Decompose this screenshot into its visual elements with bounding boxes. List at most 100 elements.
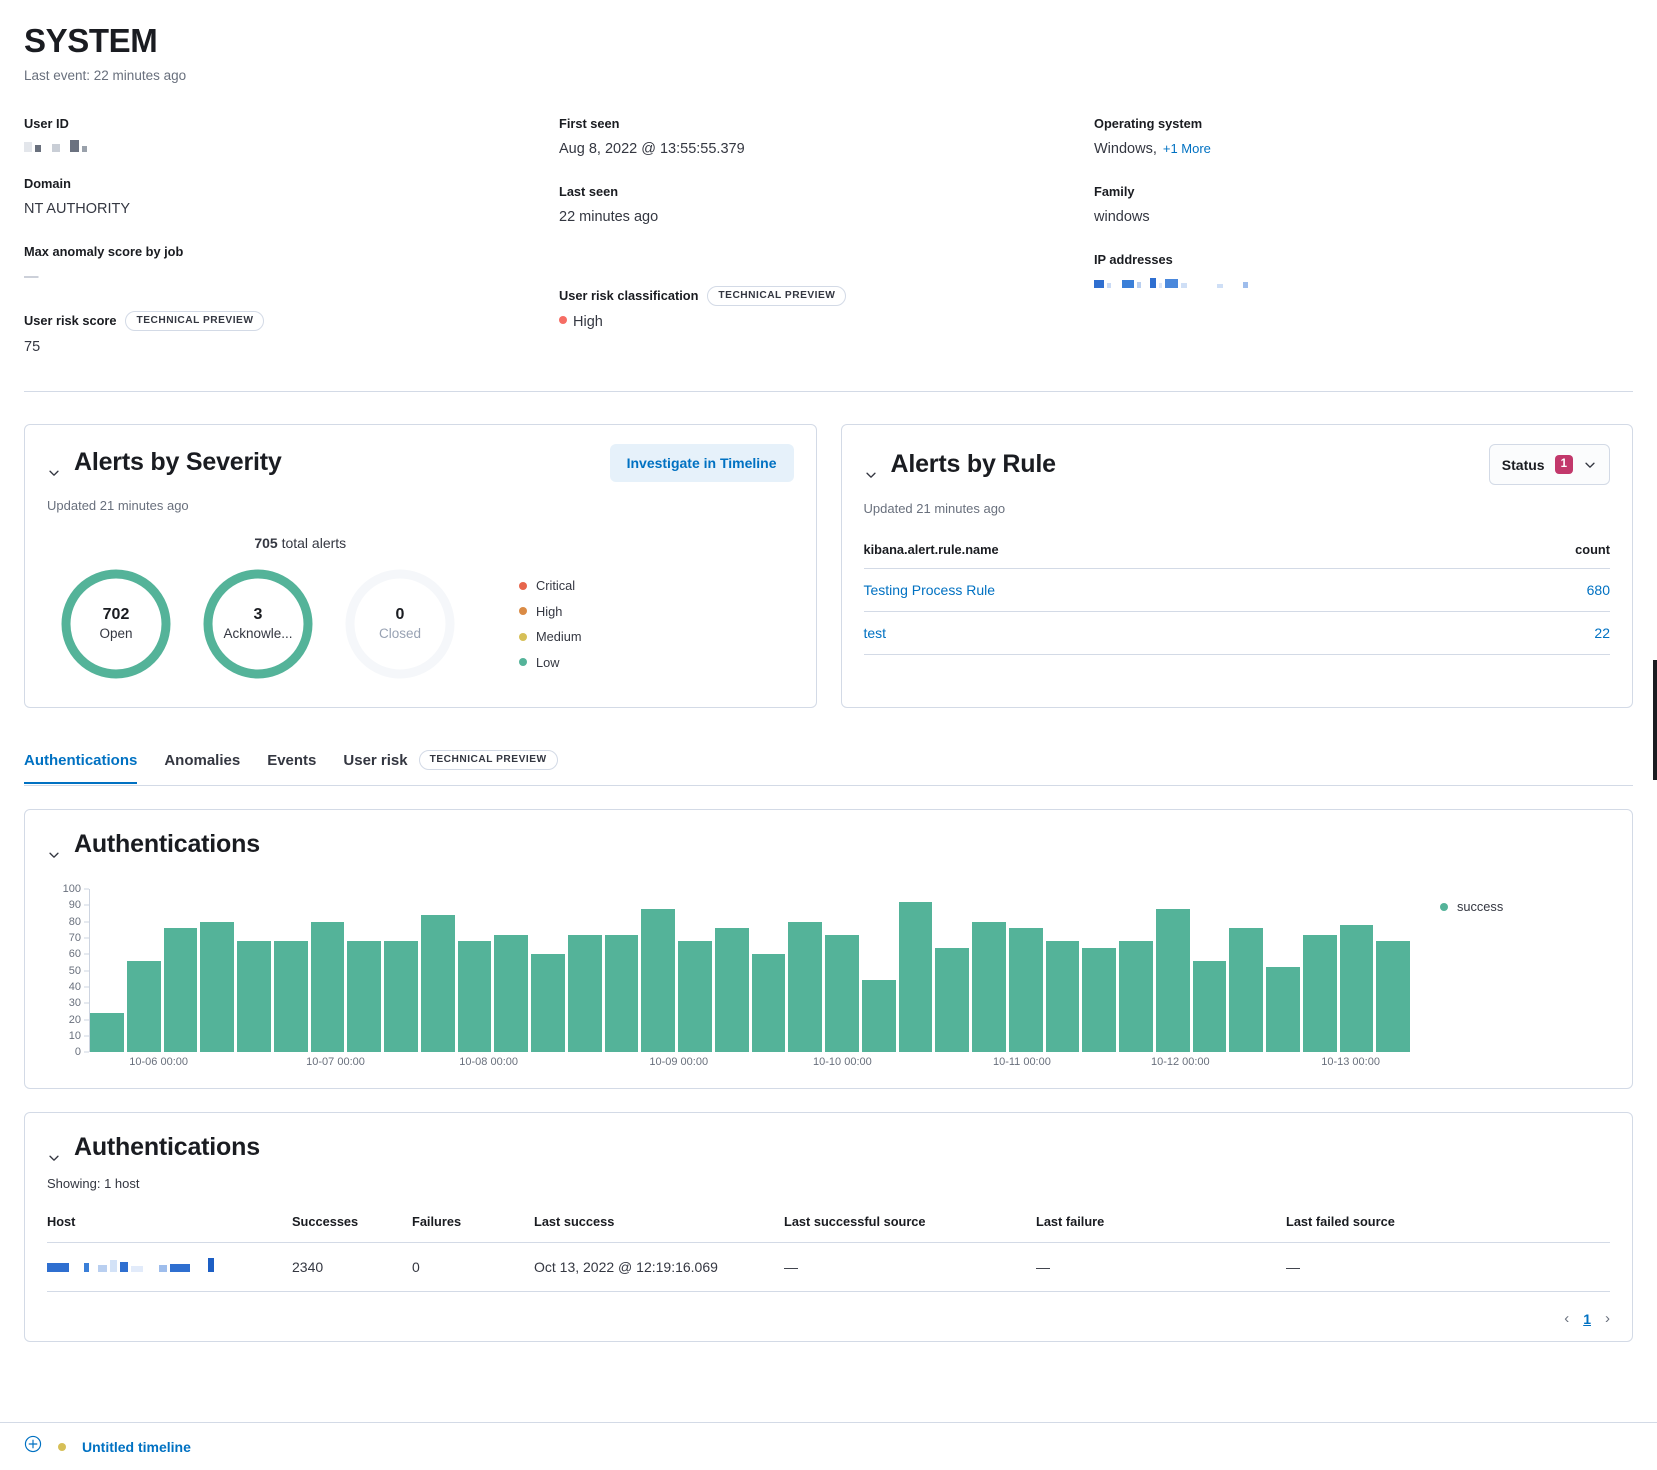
column-header-rule-name[interactable]: kibana.alert.rule.name xyxy=(864,542,1457,569)
bar[interactable] xyxy=(1119,941,1153,1052)
investigate-in-timeline-button[interactable]: Investigate in Timeline xyxy=(610,444,794,482)
legend-item-low[interactable]: Low xyxy=(519,655,582,670)
field-label: User ID xyxy=(24,115,69,133)
table-row: test 22 xyxy=(864,612,1611,655)
bar[interactable] xyxy=(1376,941,1410,1052)
chevron-down-icon[interactable] xyxy=(47,458,61,472)
bar[interactable] xyxy=(1229,928,1263,1052)
pagination-prev-button[interactable]: ‹ xyxy=(1564,1310,1569,1327)
bar[interactable] xyxy=(1009,928,1043,1052)
donut-label: Closed xyxy=(379,626,421,641)
pagination-page-1[interactable]: 1 xyxy=(1583,1311,1591,1327)
bar[interactable] xyxy=(90,1013,124,1052)
bar[interactable] xyxy=(972,922,1006,1052)
donut-acknowledged[interactable]: 3 Acknowle... xyxy=(199,565,317,683)
bar[interactable] xyxy=(862,980,896,1052)
field-value: — xyxy=(24,267,559,288)
rule-count-cell[interactable]: 680 xyxy=(1457,569,1610,612)
bar[interactable] xyxy=(347,941,381,1052)
column-header-successes[interactable]: Successes xyxy=(292,1214,412,1243)
column-header-last-success[interactable]: Last success xyxy=(534,1214,784,1243)
tab-authentications[interactable]: Authentications xyxy=(24,738,137,784)
bar[interactable] xyxy=(678,941,712,1052)
bar[interactable] xyxy=(164,928,198,1052)
column-header-last-failed-source[interactable]: Last failed source xyxy=(1286,1214,1610,1243)
bar[interactable] xyxy=(311,922,345,1052)
bar[interactable] xyxy=(1340,925,1374,1052)
field-label: Operating system xyxy=(1094,115,1202,133)
timeline-status-dot xyxy=(58,1443,66,1451)
bar[interactable] xyxy=(568,935,602,1052)
bar[interactable] xyxy=(127,961,161,1052)
donut-value: 3 xyxy=(254,606,263,624)
rule-name-link[interactable]: test xyxy=(864,625,887,641)
tab-user-risk[interactable]: User risk TECHNICAL PREVIEW xyxy=(343,736,557,785)
bar[interactable] xyxy=(641,909,675,1052)
failures-cell: 0 xyxy=(412,1243,534,1292)
bar[interactable] xyxy=(935,948,969,1052)
column-header-last-failure[interactable]: Last failure xyxy=(1036,1214,1286,1243)
y-axis: 0102030405060708090100 xyxy=(47,889,89,1052)
summary-cards-row: Alerts by Severity Investigate in Timeli… xyxy=(24,424,1633,708)
bar[interactable] xyxy=(384,941,418,1052)
last-successful-source-cell: — xyxy=(784,1243,1036,1292)
last-success-cell: Oct 13, 2022 @ 12:19:16.069 xyxy=(534,1243,784,1292)
donut-closed[interactable]: 0 Closed xyxy=(341,565,459,683)
bar[interactable] xyxy=(1303,935,1337,1052)
field-label: User risk score xyxy=(24,312,116,330)
bar[interactable] xyxy=(1156,909,1190,1052)
pagination-next-button[interactable]: › xyxy=(1605,1310,1610,1327)
bar[interactable] xyxy=(458,941,492,1052)
y-axis-tick-label: 80 xyxy=(69,916,81,928)
column-header-count[interactable]: count xyxy=(1457,542,1610,569)
status-filter-dropdown[interactable]: Status 1 xyxy=(1489,444,1610,485)
bar[interactable] xyxy=(200,922,234,1052)
rule-name-link[interactable]: Testing Process Rule xyxy=(864,582,996,598)
tab-events[interactable]: Events xyxy=(267,738,316,784)
field-last-seen: Last seen 22 minutes ago xyxy=(559,183,1094,228)
chevron-down-icon[interactable] xyxy=(47,840,61,854)
page-title: SYSTEM xyxy=(24,22,1633,60)
section-divider xyxy=(24,391,1633,392)
legend-item-high[interactable]: High xyxy=(519,604,582,619)
bar[interactable] xyxy=(1046,941,1080,1052)
column-header-failures[interactable]: Failures xyxy=(412,1214,534,1243)
bar[interactable] xyxy=(274,941,308,1052)
bar[interactable] xyxy=(421,915,455,1052)
donut-value: 0 xyxy=(396,606,405,624)
bar[interactable] xyxy=(825,935,859,1052)
bar[interactable] xyxy=(531,954,565,1052)
chevron-down-icon[interactable] xyxy=(864,460,878,474)
bar[interactable] xyxy=(715,928,749,1052)
donut-open[interactable]: 702 Open xyxy=(57,565,175,683)
bar[interactable] xyxy=(605,935,639,1052)
page-header: SYSTEM Last event: 22 minutes ago xyxy=(24,0,1633,83)
legend-item-success[interactable]: success xyxy=(1440,899,1610,914)
bar[interactable] xyxy=(1266,967,1300,1052)
bar[interactable] xyxy=(237,941,271,1052)
tab-anomalies[interactable]: Anomalies xyxy=(164,738,240,784)
column-header-last-successful-source[interactable]: Last successful source xyxy=(784,1214,1036,1243)
donut-label: Open xyxy=(99,626,132,641)
legend-item-critical[interactable]: Critical xyxy=(519,578,582,593)
field-max-anomaly-score: Max anomaly score by job — xyxy=(24,243,559,288)
bar[interactable] xyxy=(788,922,822,1052)
column-header-host[interactable]: Host xyxy=(47,1214,292,1243)
rule-count-cell[interactable]: 22 xyxy=(1457,612,1610,655)
bar[interactable] xyxy=(494,935,528,1052)
os-more-link[interactable]: +1 More xyxy=(1163,140,1211,159)
field-value xyxy=(24,139,559,152)
last-event-label: Last event: 22 minutes ago xyxy=(24,68,1633,83)
chevron-down-icon[interactable] xyxy=(47,1143,61,1157)
bar[interactable] xyxy=(752,954,786,1052)
add-timeline-icon[interactable] xyxy=(24,1435,42,1458)
legend-item-medium[interactable]: Medium xyxy=(519,629,582,644)
bar[interactable] xyxy=(1082,948,1116,1052)
authentications-bar-chart[interactable]: 0102030405060708090100 10-06 00:0010-07 … xyxy=(47,889,1410,1074)
bar[interactable] xyxy=(1193,961,1227,1052)
tab-label: Anomalies xyxy=(164,752,240,769)
x-axis-tick-label: 10-11 00:00 xyxy=(993,1056,1051,1068)
scrollbar-thumb[interactable] xyxy=(1653,660,1657,780)
bar[interactable] xyxy=(899,902,933,1052)
timeline-name-link[interactable]: Untitled timeline xyxy=(82,1439,191,1455)
